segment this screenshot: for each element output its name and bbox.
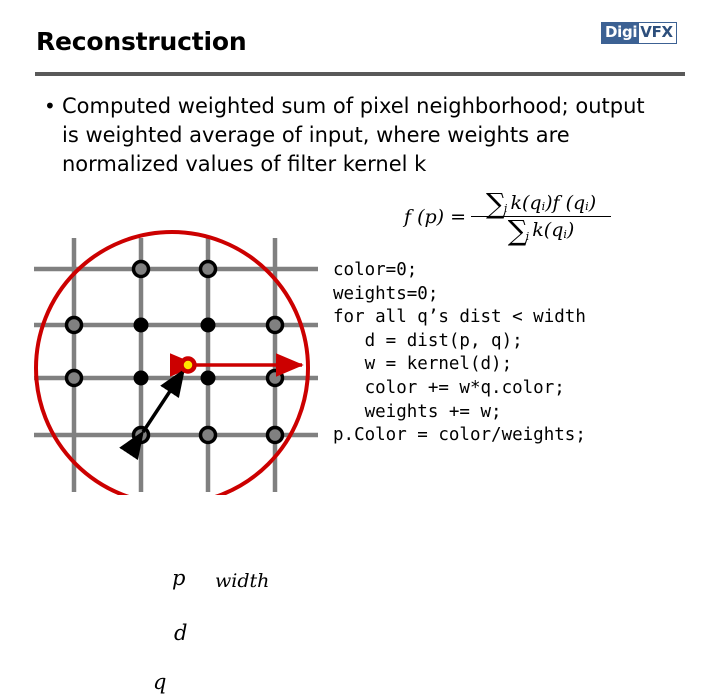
numerator-kernel-subscript: i [541, 200, 546, 214]
diagram-canvas [34, 230, 318, 495]
bullet-list: • Computed weighted sum of pixel neighbo… [44, 92, 684, 179]
label-point-q: q [153, 670, 167, 694]
summation-index-numerator: i [503, 202, 508, 216]
list-item: • Computed weighted sum of pixel neighbo… [44, 92, 684, 179]
summation-sign-denominator: ∑ [507, 214, 528, 248]
sample-points-boundary [64, 259, 285, 445]
denominator-kernel-subscript: i [563, 227, 567, 241]
title-divider [35, 72, 685, 76]
summation-sign-numerator: ∑ [485, 187, 506, 220]
logo-text-digi: Digi [602, 23, 640, 43]
label-distance-d: d [174, 621, 188, 645]
denominator-kernel-term: k(q [532, 219, 564, 242]
label-point-p: p [172, 566, 186, 590]
equation-numerator: ∑ i k(q i) f (q i) [480, 187, 602, 220]
numerator-function-close: ) [588, 191, 597, 214]
numerator-kernel-close: ) [545, 191, 553, 214]
numerator-kernel-term: k(q [510, 191, 542, 214]
pseudocode-block: color=0; weights=0; for all q’s dist < w… [333, 260, 586, 446]
sample-points-inside [133, 317, 216, 386]
point-p-marker [179, 356, 197, 374]
reconstruction-diagram: p width d q [0, 230, 330, 694]
equation-denominator: ∑ i k(q i) [502, 214, 581, 248]
equation-left-hand-side: f (p) = [404, 205, 467, 228]
page-title: Reconstruction [36, 27, 247, 56]
label-width: width [215, 570, 270, 592]
equation-weighted-average: f (p) = ∑ i k(q i) f (q i) ∑ i k(q i) [404, 187, 612, 248]
digivfx-logo: Digi VFX [601, 22, 677, 44]
summation-index-denominator: i [525, 229, 530, 243]
bullet-marker-icon: • [44, 94, 56, 118]
denominator-kernel-close: ) [566, 219, 575, 242]
equation-fraction: ∑ i k(q i) f (q i) ∑ i k(q i) [471, 187, 612, 248]
logo-text-vfx: VFX [639, 23, 676, 43]
bullet-item-text: Computed weighted sum of pixel neighborh… [62, 94, 645, 176]
numerator-function-term: f (q [552, 191, 586, 214]
numerator-function-subscript: i [585, 200, 589, 214]
